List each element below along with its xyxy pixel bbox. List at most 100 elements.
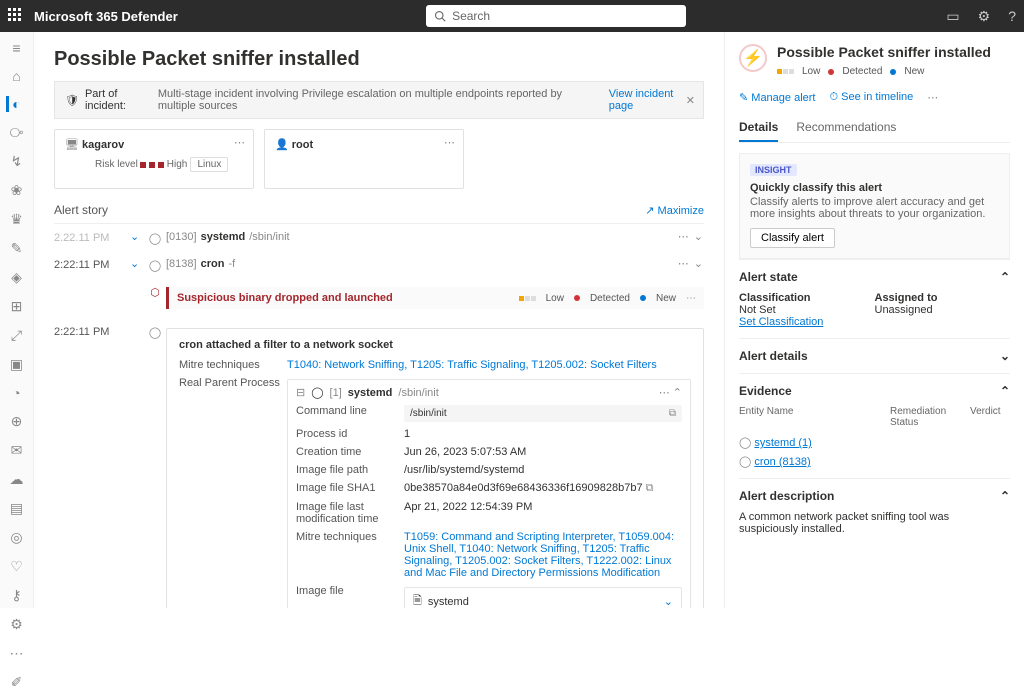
chevron-down-icon[interactable]: ⌄ xyxy=(664,595,673,608)
mitre-link[interactable]: T1040: Network Sniffing, T1205: Traffic … xyxy=(287,359,657,371)
alert-description-text: A common network packet sniffing tool wa… xyxy=(739,511,1010,535)
insight-box: INSIGHT Quickly classify this alert Clas… xyxy=(739,153,1010,259)
file-icon: 🗎 xyxy=(413,592,422,608)
evidence-link[interactable]: cron (8138) xyxy=(754,456,810,468)
left-nav: ≡ ⌂ ◐ ⧂ ↯ ❀ ♛ ✎ ◈ ⊞ ⤢ ▣ ◔ ⊕ ✉ ☁ ▤ ◎ ♡ ⚷ … xyxy=(0,32,34,608)
settings-icon[interactable]: ⚙ xyxy=(978,8,991,25)
process-row: 2.22.11 PM ⌄ ◯ [0130] systemd /sbin/init… xyxy=(54,224,704,251)
incident-text: Multi-stage incident involving Privilege… xyxy=(158,88,603,112)
nav-more-icon[interactable]: ⋯ xyxy=(8,645,26,662)
incident-banner: 🛡 Part of incident: Multi-stage incident… xyxy=(54,81,704,119)
chevron-up-icon[interactable]: ⌃ xyxy=(1000,270,1010,284)
see-timeline-button[interactable]: ⏱ See in timeline xyxy=(830,91,914,104)
copy-icon[interactable]: ⧉ xyxy=(646,482,654,494)
process-id: 1 xyxy=(404,428,682,440)
device-tag: Linux xyxy=(190,157,228,172)
search-box[interactable]: Search xyxy=(426,5,686,27)
pid: [8138] xyxy=(166,258,197,270)
alert-story-label: Alert story xyxy=(54,203,108,217)
nav-assets-icon[interactable]: ⊞ xyxy=(8,298,26,315)
nav-incidents-icon[interactable]: ◐ xyxy=(6,96,24,112)
set-classification-link[interactable]: Set Classification xyxy=(739,316,823,328)
side-tabs: Details Recommendations xyxy=(739,114,1010,143)
nav-api-icon[interactable]: ⊕ xyxy=(8,413,26,430)
nav-permissions-icon[interactable]: ⚷ xyxy=(8,587,26,604)
expand-icon[interactable]: ⊟ xyxy=(296,386,305,399)
user-card[interactable]: 👤 root ⋯ xyxy=(264,129,464,189)
nav-customize-icon[interactable]: ✐ xyxy=(8,674,26,691)
shield-icon: 🛡 xyxy=(65,94,79,107)
evidence-link[interactable]: systemd (1) xyxy=(754,437,811,449)
event-row: 2:22:11 PM ◯ cron attached a filter to a… xyxy=(54,318,704,608)
nav-health-icon[interactable]: ♡ xyxy=(8,558,26,575)
alert-badges: Low Detected New ⋯ xyxy=(519,293,696,304)
more-icon[interactable]: ⋯ xyxy=(686,293,696,304)
nav-audit-icon[interactable]: ◎ xyxy=(8,529,26,546)
image-path: /usr/lib/systemd/systemd xyxy=(404,464,682,476)
page-title: Possible Packet sniffer installed xyxy=(54,48,704,71)
mod-time: Apr 21, 2022 12:54:39 PM xyxy=(404,501,682,513)
nav-home-icon[interactable]: ⌂ xyxy=(8,68,26,84)
device-icon: 🖥 xyxy=(65,139,79,151)
nav-partner-icon[interactable]: ⤢ xyxy=(8,327,26,344)
more-icon[interactable]: ⋯ xyxy=(927,91,938,104)
timestamp: 2:22:11 PM xyxy=(54,257,130,271)
alert-description-panel: Alert description⌃ A common network pack… xyxy=(739,478,1010,545)
tab-details[interactable]: Details xyxy=(739,114,778,142)
evidence-header: Entity NameRemediation StatusVerdict xyxy=(739,406,1010,428)
process-icon: ◯ xyxy=(311,386,323,399)
process-row: 2:22:11 PM ⌄ ◯ [8138] cron -f ⋯ ⌄ xyxy=(54,251,704,278)
process-icon: ◯ xyxy=(739,456,751,468)
tab-recommendations[interactable]: Recommendations xyxy=(796,114,896,142)
nav-reports-icon[interactable]: ▤ xyxy=(8,500,26,517)
top-actions: ▭ ⚙ ? xyxy=(946,8,1016,25)
card-icon[interactable]: ▭ xyxy=(946,8,959,25)
nav-cloud-icon[interactable]: ☁ xyxy=(8,471,26,488)
nav-threatintel-icon[interactable]: ❀ xyxy=(8,182,26,199)
chevron-down-icon[interactable]: ⌄ xyxy=(1000,349,1010,363)
nav-trials-icon[interactable]: ◈ xyxy=(8,269,26,286)
parent-process-box: ⊟ ◯ [1] systemd /sbin/init ⋯ ⌃ Command l… xyxy=(287,379,691,608)
copy-icon[interactable]: ⧉ xyxy=(669,408,676,419)
more-icon[interactable]: ⋯ ⌄ xyxy=(678,230,704,243)
process-name: cron xyxy=(201,258,225,270)
more-icon[interactable]: ⋯ ⌄ xyxy=(678,257,704,270)
incident-prefix: Part of incident: xyxy=(85,88,155,112)
alert-title: Suspicious binary dropped and launched xyxy=(177,292,393,304)
mitre-link[interactable]: T1059: Command and Scripting Interpreter… xyxy=(404,531,674,579)
risk-level: Risk level High xyxy=(95,159,187,170)
more-icon[interactable]: ⋯ xyxy=(234,136,245,149)
image-file-box[interactable]: 🗎systemd⌄ xyxy=(404,587,682,608)
chevron-up-icon[interactable]: ⌃ xyxy=(1000,489,1010,503)
chevron-up-icon[interactable]: ⌃ xyxy=(1000,384,1010,398)
user-icon: 👤 xyxy=(275,139,289,151)
nav-email-icon[interactable]: ✉ xyxy=(8,442,26,459)
more-icon[interactable]: ⋯ ⌃ xyxy=(659,386,682,399)
device-card[interactable]: 🖥 kagarov Risk level High ⋯ Linux xyxy=(54,129,254,189)
manage-alert-button[interactable]: ✎ Manage alert xyxy=(739,91,816,104)
maximize-button[interactable]: ↗ Maximize xyxy=(645,204,704,217)
nav-actions-icon[interactable]: ↯ xyxy=(8,153,26,170)
nav-vuln-icon[interactable]: ◔ xyxy=(8,385,26,401)
alert-row[interactable]: Suspicious binary dropped and launched L… xyxy=(166,287,704,309)
alert-state-panel: Alert state⌃ Classification Not Set Set … xyxy=(739,259,1010,338)
side-title: Possible Packet sniffer installed xyxy=(739,44,1010,60)
classify-alert-button[interactable]: Classify alert xyxy=(750,228,835,248)
timestamp: 2:22:11 PM xyxy=(54,324,130,338)
help-icon[interactable]: ? xyxy=(1008,8,1016,25)
process-name: systemd xyxy=(201,231,246,243)
nav-endpoints-icon[interactable]: ▣ xyxy=(8,356,26,373)
nav-score-icon[interactable]: ♛ xyxy=(8,211,26,228)
nav-settings-icon[interactable]: ⚙ xyxy=(8,616,26,633)
insight-text: Classify alerts to improve alert accurac… xyxy=(750,196,999,220)
incident-link[interactable]: View incident page xyxy=(609,88,693,112)
nav-menu-icon[interactable]: ≡ xyxy=(8,40,26,56)
side-panel: ⚡ Possible Packet sniffer installed Low … xyxy=(724,32,1024,608)
nav-learning-icon[interactable]: ✎ xyxy=(8,240,26,257)
close-icon[interactable]: ✕ xyxy=(686,94,695,107)
nav-hunting-icon[interactable]: ⧂ xyxy=(8,124,26,141)
app-launcher-icon[interactable] xyxy=(8,8,24,24)
chevron-down-icon[interactable]: ⌄ xyxy=(130,230,144,243)
more-icon[interactable]: ⋯ xyxy=(444,136,455,149)
chevron-down-icon[interactable]: ⌄ xyxy=(130,257,144,270)
